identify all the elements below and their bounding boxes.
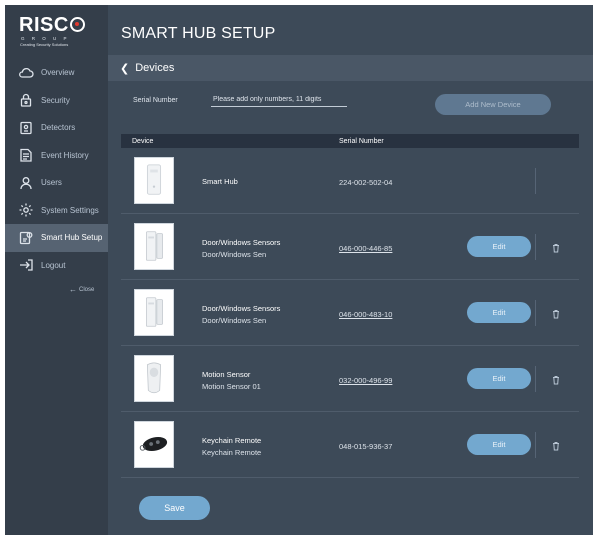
device-label: Keychain Remote xyxy=(202,448,262,457)
table-row: Motion Sensor Motion Sensor 01 032-000-4… xyxy=(121,346,579,412)
cloud-icon xyxy=(17,65,35,81)
sidebar-item-security[interactable]: Security xyxy=(5,87,108,115)
hub-setup-icon xyxy=(17,230,35,246)
device-label: Motion Sensor 01 xyxy=(202,382,261,391)
table-row: Smart Hub 224-002-502-04 xyxy=(121,148,579,214)
device-label: Door/Windows Sen xyxy=(202,250,267,259)
edit-button[interactable]: Edit xyxy=(467,434,531,455)
add-new-device-button[interactable]: Add New Device xyxy=(435,94,551,115)
section-title: Devices xyxy=(135,62,175,74)
device-serial: 048-015-936-37 xyxy=(339,442,393,451)
sidebar-item-label: System Settings xyxy=(41,205,99,215)
device-name: Smart Hub xyxy=(202,177,238,186)
sidebar-item-system-settings[interactable]: System Settings xyxy=(5,197,108,225)
save-button[interactable]: Save xyxy=(139,496,210,520)
trash-icon[interactable] xyxy=(551,240,561,253)
column-header-serial: Serial Number xyxy=(339,137,384,145)
edit-button[interactable]: Edit xyxy=(467,302,531,323)
sidebar-item-label: Users xyxy=(41,178,62,188)
device-serial-link[interactable]: 046-000-483-10 xyxy=(339,310,392,319)
row-divider xyxy=(535,366,536,392)
arrow-left-icon: ← xyxy=(69,285,77,294)
section-header: ❮ Devices xyxy=(108,55,593,81)
sidebar-nav: Overview Security Detectors Event Histor… xyxy=(5,59,108,279)
device-name: Keychain Remote xyxy=(202,436,262,445)
device-image-door-sensor xyxy=(134,223,174,270)
sidebar-item-event-history[interactable]: Event History xyxy=(5,142,108,170)
device-image-motion-sensor xyxy=(134,355,174,402)
lock-icon xyxy=(17,92,35,108)
device-image-smart-hub xyxy=(134,157,174,204)
user-icon xyxy=(17,175,35,191)
sidebar-item-logout[interactable]: Logout xyxy=(5,252,108,280)
device-name: Door/Windows Sensors xyxy=(202,304,281,313)
sidebar-item-label: Detectors xyxy=(41,123,76,133)
risco-logo: RISC G R O U P Creating Security Solutio… xyxy=(19,15,99,55)
sidebar-item-users[interactable]: Users xyxy=(5,169,108,197)
sidebar-item-label: Overview xyxy=(41,68,75,78)
device-name: Door/Windows Sensors xyxy=(202,238,281,247)
chevron-left-icon[interactable]: ❮ xyxy=(120,62,129,75)
sidebar-item-label: Smart Hub Setup xyxy=(41,233,103,243)
logo-subtitle: G R O U P xyxy=(21,36,70,41)
trash-icon[interactable] xyxy=(551,438,561,451)
sidebar-item-label: Security xyxy=(41,95,70,105)
serial-number-input[interactable] xyxy=(211,93,347,107)
sidebar-item-label: Logout xyxy=(41,260,66,270)
main-content: SMART HUB SETUP ❮ Devices Serial Number … xyxy=(108,5,593,535)
gear-icon xyxy=(17,202,35,218)
trash-icon[interactable] xyxy=(551,306,561,319)
sidebar-item-detectors[interactable]: Detectors xyxy=(5,114,108,142)
page-title: SMART HUB SETUP xyxy=(121,25,276,42)
detector-icon xyxy=(17,120,35,136)
devices-table: Device Serial Number Smart Hub 224-002-5… xyxy=(121,134,579,478)
device-name: Motion Sensor xyxy=(202,370,251,379)
table-header: Device Serial Number xyxy=(121,134,579,148)
edit-button[interactable]: Edit xyxy=(467,368,531,389)
trash-icon[interactable] xyxy=(551,372,561,385)
device-label: Door/Windows Sen xyxy=(202,316,267,325)
sidebar: RISC G R O U P Creating Security Solutio… xyxy=(5,5,108,535)
sidebar-item-smart-hub-setup[interactable]: Smart Hub Setup xyxy=(5,224,108,252)
app-window: RISC G R O U P Creating Security Solutio… xyxy=(5,5,593,535)
table-row: Door/Windows Sensors Door/Windows Sen 04… xyxy=(121,214,579,280)
device-serial-link[interactable]: 046-000-446-85 xyxy=(339,244,392,253)
row-divider xyxy=(535,168,536,194)
device-serial-link[interactable]: 032-000-496-99 xyxy=(339,376,392,385)
device-image-door-sensor xyxy=(134,289,174,336)
logo-tagline: Creating Security Solutions xyxy=(20,42,69,47)
table-row: Door/Windows Sensors Door/Windows Sen 04… xyxy=(121,280,579,346)
history-icon xyxy=(17,147,35,163)
sidebar-item-overview[interactable]: Overview xyxy=(5,59,108,87)
row-divider xyxy=(535,300,536,326)
edit-button[interactable]: Edit xyxy=(467,236,531,257)
device-image-keychain-remote xyxy=(134,421,174,468)
sidebar-item-label: Event History xyxy=(41,150,89,160)
table-row: Keychain Remote Keychain Remote 048-015-… xyxy=(121,412,579,478)
logout-icon xyxy=(17,257,35,273)
device-serial: 224-002-502-04 xyxy=(339,178,393,187)
column-header-device: Device xyxy=(132,137,154,145)
close-label: Close xyxy=(79,286,95,293)
row-divider xyxy=(535,432,536,458)
logo-o-icon xyxy=(69,17,85,32)
serial-number-label: Serial Number xyxy=(133,97,178,104)
logo-text: RISC xyxy=(19,14,69,36)
row-divider xyxy=(535,234,536,260)
sidebar-close-link[interactable]: ← Close xyxy=(69,285,94,294)
